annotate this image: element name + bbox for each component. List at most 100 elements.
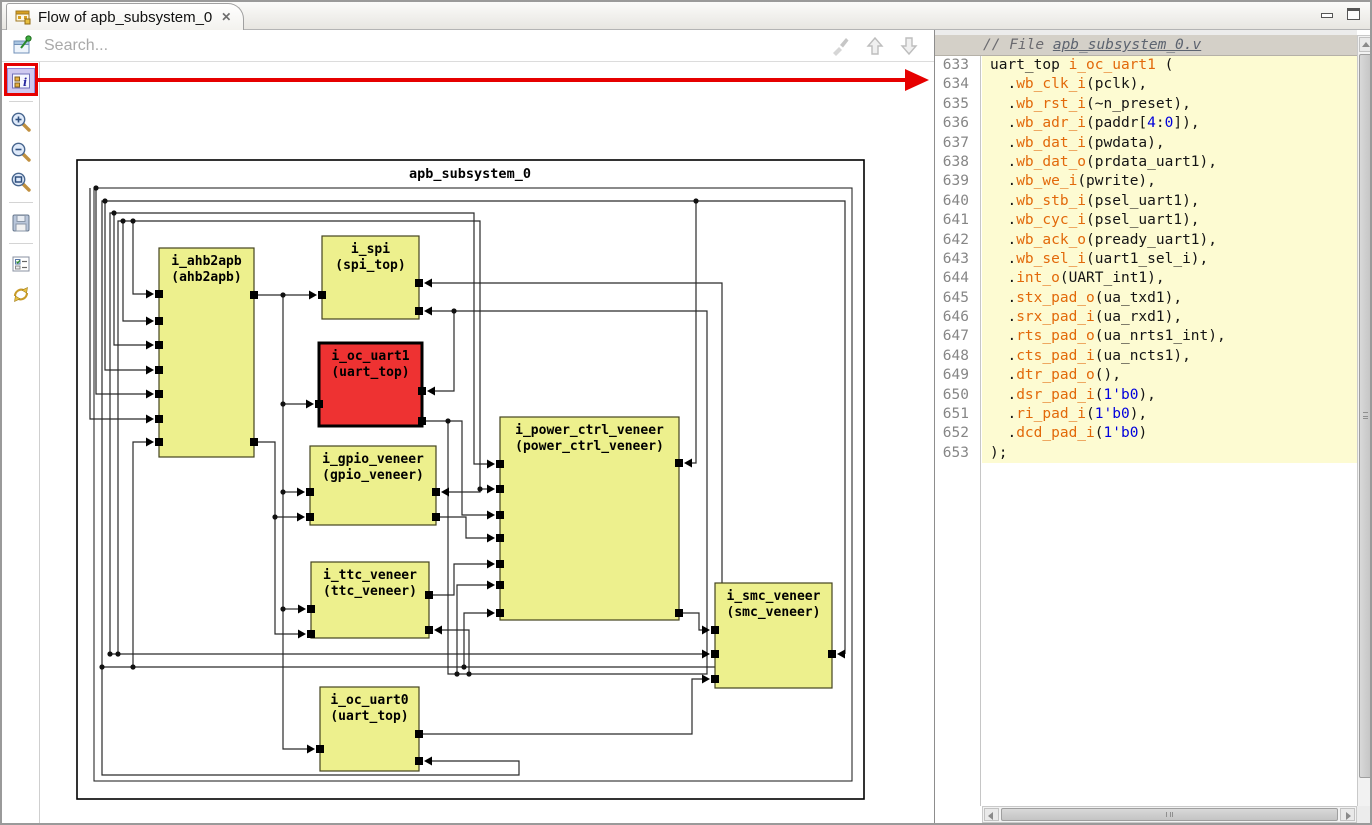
line-number: 648 xyxy=(935,347,975,366)
block-i_ahb2apb[interactable]: i_ahb2apb(ahb2apb) xyxy=(146,248,258,457)
port-arrow-icon xyxy=(146,366,154,375)
horizontal-scrollbar[interactable] xyxy=(982,806,1357,823)
port-arrow-icon xyxy=(297,488,305,497)
vertical-scrollbar[interactable] xyxy=(1357,35,1372,823)
code-file-header: // File apb_subsystem_0.v xyxy=(935,35,1357,56)
block-i_oc_uart0[interactable]: i_oc_uart0(uart_top) xyxy=(307,687,432,771)
code-text: .ri_pad_i(1'b0), xyxy=(982,405,1357,424)
wire-junction xyxy=(451,308,456,313)
port-arrow-icon xyxy=(837,650,845,659)
port-arrow-icon xyxy=(702,650,710,659)
wire-junction xyxy=(272,514,277,519)
output-port xyxy=(418,417,426,425)
code-text: .wb_we_i(pwrite), xyxy=(982,172,1357,191)
code-line: 638 .wb_dat_o(prdata_uart1), xyxy=(935,153,1357,172)
separator xyxy=(9,202,33,203)
clear-highlight-icon[interactable] xyxy=(830,35,852,57)
horizontal-scroll-thumb[interactable] xyxy=(1001,808,1338,821)
input-port xyxy=(155,366,163,374)
refresh-button[interactable] xyxy=(7,281,35,307)
wire xyxy=(133,442,146,667)
input-port xyxy=(711,650,719,658)
annotation-highlight-box xyxy=(4,63,38,96)
input-port xyxy=(415,307,423,315)
wire xyxy=(102,667,519,775)
input-port xyxy=(307,630,315,638)
options-form-icon xyxy=(11,254,31,274)
line-number: 641 xyxy=(935,211,975,230)
minimize-view-icon[interactable] xyxy=(1321,13,1333,18)
line-number: 644 xyxy=(935,269,975,288)
block-i_oc_uart1[interactable]: i_oc_uart1(uart_top) xyxy=(306,343,435,426)
line-number: 638 xyxy=(935,153,975,172)
input-port xyxy=(418,387,426,395)
line-number: 640 xyxy=(935,192,975,211)
block-i_gpio_veneer[interactable]: i_gpio_veneer(gpio_veneer) xyxy=(297,446,449,525)
wire xyxy=(283,295,307,749)
port-arrow-icon xyxy=(146,390,154,399)
port-arrow-icon xyxy=(424,307,432,316)
wire-junction xyxy=(93,185,98,190)
input-port xyxy=(155,290,163,298)
code-line: 642 .wb_ack_o(pready_uart1), xyxy=(935,231,1357,250)
port-arrow-icon xyxy=(684,459,692,468)
output-port xyxy=(425,591,433,599)
block-i_smc_veneer[interactable]: i_smc_veneer(smc_veneer) xyxy=(702,583,845,688)
annotation-arrow-shaft xyxy=(38,78,908,82)
vertical-scroll-thumb[interactable] xyxy=(1359,54,1372,778)
port-arrow-icon xyxy=(427,387,435,396)
port-arrow-icon xyxy=(487,460,495,469)
scroll-up-icon[interactable] xyxy=(1359,37,1372,52)
code-text: .wb_adr_i(paddr[4:0]), xyxy=(982,114,1357,133)
zoom-in-button[interactable] xyxy=(7,109,35,135)
scroll-left-icon[interactable] xyxy=(984,808,999,821)
line-number: 635 xyxy=(935,95,975,114)
tab-close-icon[interactable]: ✕ xyxy=(221,10,231,24)
zoom-fit-button[interactable] xyxy=(7,169,35,195)
annotation-arrow-head xyxy=(905,69,929,91)
input-port xyxy=(415,757,423,765)
code-line: 634 .wb_clk_i(pclk), xyxy=(935,75,1357,94)
schematic-canvas[interactable]: apb_subsystem_0 i_ahb2apb(ahb2apb) i_spi(s… xyxy=(40,62,934,825)
separator xyxy=(9,243,33,244)
input-port xyxy=(306,488,314,496)
wire-junction xyxy=(280,489,285,494)
wire-junction xyxy=(111,210,116,215)
block-i_spi[interactable]: i_spi(spi_top) xyxy=(309,236,432,319)
port-arrow-icon xyxy=(146,438,154,447)
scroll-right-icon[interactable] xyxy=(1340,808,1355,821)
port-arrow-icon xyxy=(487,609,495,618)
block-instance-name: i_power_ctrl_veneer xyxy=(515,423,664,438)
tab-flow-of-apb-subsystem-0[interactable]: Flow of apb_subsystem_0 ✕ xyxy=(6,3,244,30)
previous-arrow-icon[interactable] xyxy=(864,35,886,57)
port-arrow-icon xyxy=(306,400,314,409)
pin-editor-icon[interactable] xyxy=(10,35,36,57)
next-arrow-icon[interactable] xyxy=(898,35,920,57)
block-i_power_ctrl_veneer[interactable]: i_power_ctrl_veneer(power_ctrl_veneer) xyxy=(487,417,692,620)
wire-junction xyxy=(461,664,466,669)
zoom-out-button[interactable] xyxy=(7,139,35,165)
search-input[interactable] xyxy=(42,36,830,56)
block-module-name: (power_ctrl_veneer) xyxy=(515,439,664,454)
input-port xyxy=(496,581,504,589)
scrollbar-corner xyxy=(1357,806,1372,823)
options-button[interactable] xyxy=(7,251,35,277)
block-i_ttc_veneer[interactable]: i_ttc_veneer(ttc_veneer) xyxy=(298,562,442,639)
code-line: 637 .wb_dat_i(pwdata), xyxy=(935,134,1357,153)
wire-junction xyxy=(466,671,471,676)
file-link[interactable]: apb_subsystem_0.v xyxy=(1053,37,1201,53)
wire-junction xyxy=(693,198,698,203)
maximize-view-icon[interactable] xyxy=(1347,8,1360,20)
code-line: 633uart_top i_oc_uart1 ( xyxy=(935,56,1357,75)
code-scroll-area[interactable]: 633uart_top i_oc_uart1 (634 .wb_clk_i(pc… xyxy=(935,56,1357,806)
save-button[interactable] xyxy=(7,210,35,236)
line-number: 646 xyxy=(935,308,975,327)
wire xyxy=(114,213,146,345)
input-port xyxy=(675,459,683,467)
application-window: Flow of apb_subsystem_0 ✕ xyxy=(0,0,1372,825)
input-port xyxy=(432,488,440,496)
port-arrow-icon xyxy=(424,757,432,766)
save-icon xyxy=(11,213,31,233)
input-port xyxy=(496,460,504,468)
diagram-title: apb_subsystem_0 xyxy=(409,166,531,182)
